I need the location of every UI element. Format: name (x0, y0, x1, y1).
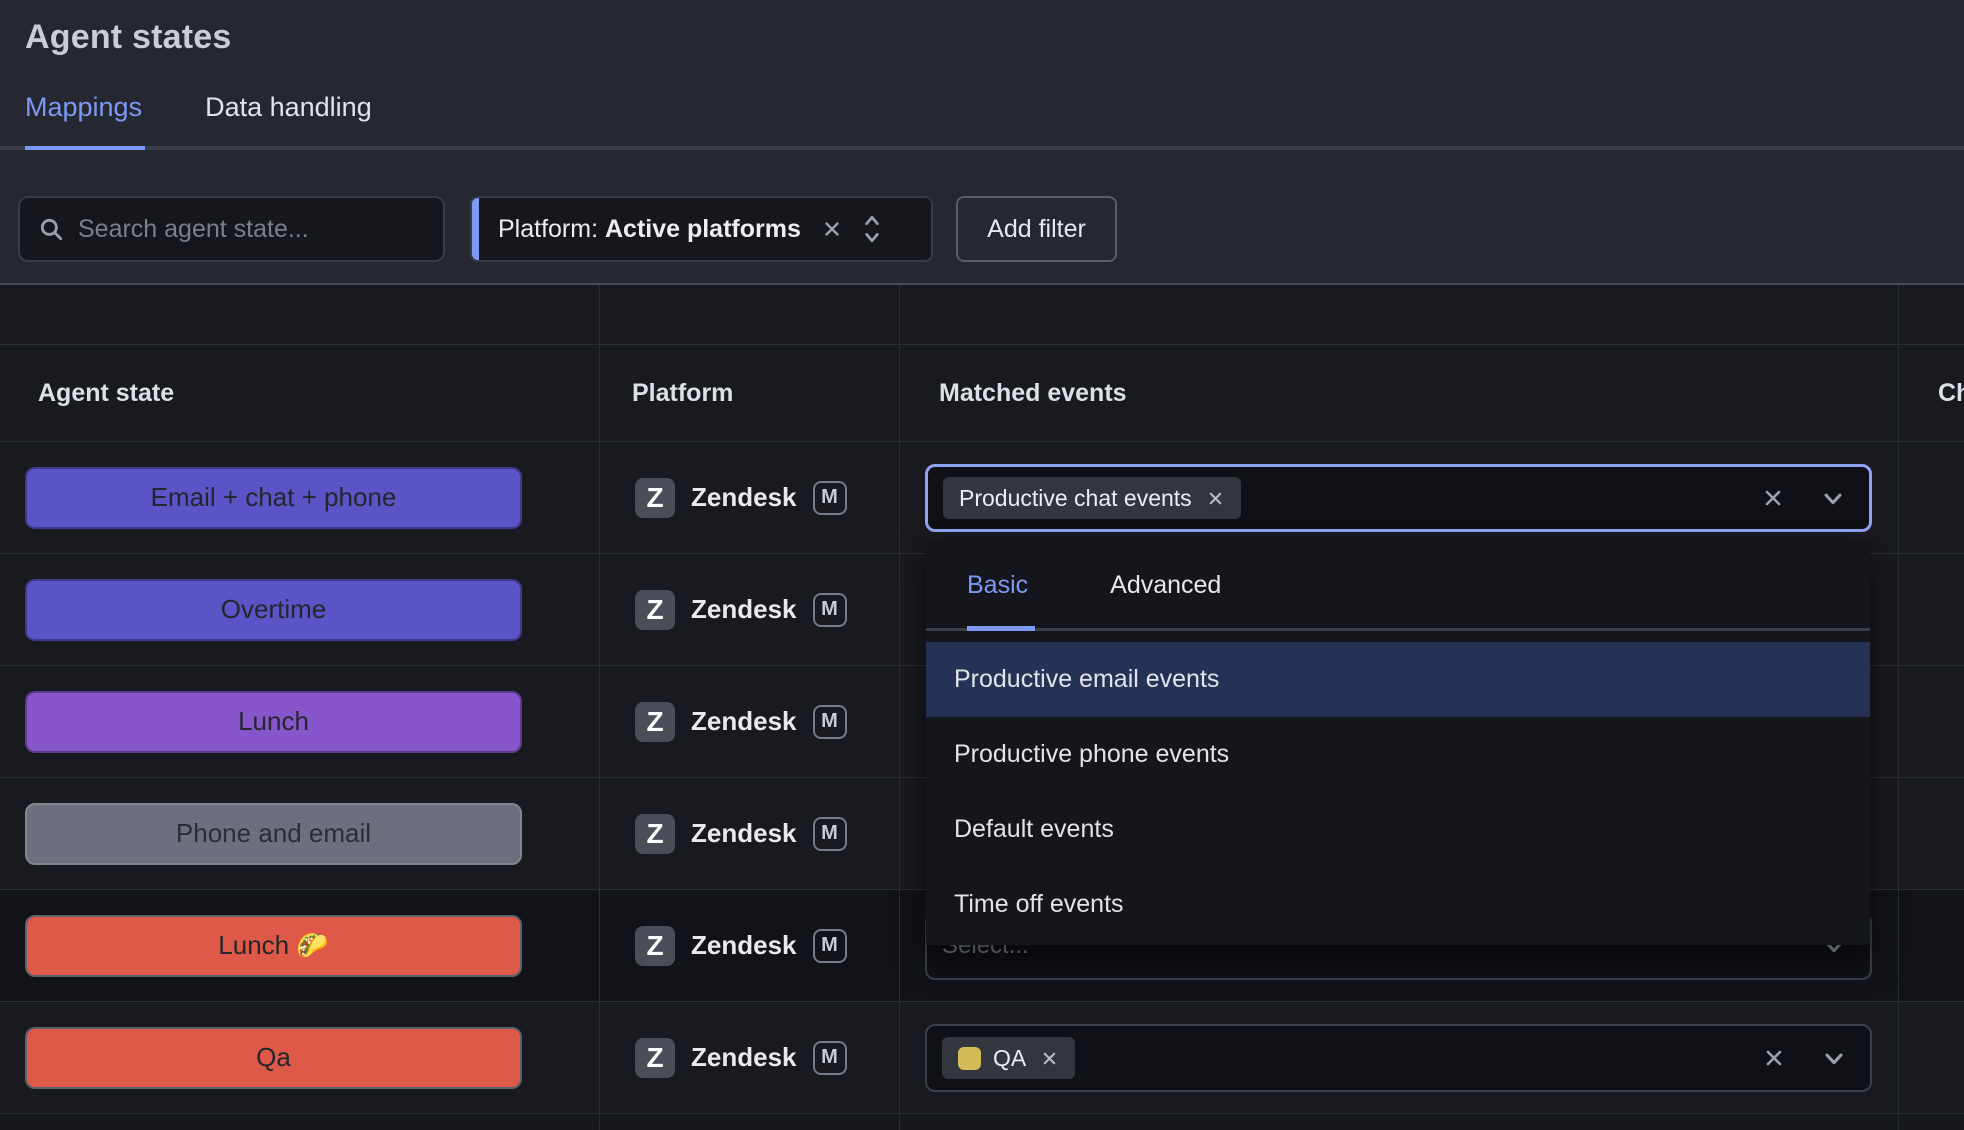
chevron-down-icon[interactable] (1819, 484, 1847, 512)
agent-state-button[interactable]: Lunch (25, 691, 522, 753)
table-row-partial (0, 1114, 1964, 1130)
column-header-platform: Platform (599, 379, 899, 408)
column-divider (899, 285, 900, 1130)
page-header: Agent states Mappings Data handling (0, 0, 1964, 150)
chip-remove-icon[interactable] (1206, 489, 1225, 508)
filter-bar: Platform: Active platforms Add filter (0, 150, 1964, 283)
platform-cell: Z Zendesk M (635, 702, 899, 742)
table-row: Email + chat + phone Z Zendesk M Product… (0, 442, 1964, 554)
table-header-row: Agent state Platform Matched events Ch (0, 345, 1964, 442)
platform-cell: Z Zendesk M (635, 1038, 899, 1078)
dropdown-tab-divider (926, 628, 1870, 631)
filter-updown-icon[interactable] (859, 213, 885, 245)
zendesk-logo-icon: Z (635, 590, 675, 630)
chip-remove-icon[interactable] (1040, 1049, 1059, 1068)
column-divider (599, 285, 600, 1130)
selected-event-chip: QA (942, 1037, 1075, 1079)
filter-remove-icon[interactable] (821, 218, 843, 240)
table-spacer-row (0, 285, 1964, 345)
platform-name: Zendesk (691, 930, 797, 961)
dropdown-tabs: Basic Advanced (926, 540, 1870, 631)
platform-m-badge: M (813, 929, 847, 963)
selected-event-chip: Productive chat events (943, 477, 1241, 519)
filter-label: Platform: (498, 215, 598, 243)
search-box[interactable] (18, 196, 445, 262)
column-header-agent-state: Agent state (0, 379, 599, 408)
table-row: Qa Z Zendesk M QA (0, 1002, 1964, 1114)
agent-state-button[interactable]: Phone and email (25, 803, 522, 865)
platform-m-badge: M (813, 1041, 847, 1075)
platform-name: Zendesk (691, 594, 797, 625)
column-divider (1898, 285, 1899, 1130)
platform-name: Zendesk (691, 1042, 797, 1073)
zendesk-logo-icon: Z (635, 478, 675, 518)
dropdown-active-tab-underline (967, 626, 1035, 631)
dropdown-tab-basic[interactable]: Basic (967, 571, 1028, 600)
platform-name: Zendesk (691, 818, 797, 849)
column-header-clipped: Ch (1898, 379, 1964, 408)
chevron-down-icon[interactable] (1820, 1044, 1848, 1072)
platform-cell: Z Zendesk M (635, 478, 899, 518)
tab-mappings[interactable]: Mappings (25, 92, 142, 123)
select-clear-icon[interactable] (1762, 1046, 1786, 1070)
main-tabs: Mappings Data handling (25, 92, 372, 123)
agent-state-button[interactable]: Lunch 🌮 (25, 915, 522, 977)
dropdown-option[interactable]: Productive phone events (926, 717, 1870, 792)
platform-cell: Z Zendesk M (635, 926, 899, 966)
agent-state-button[interactable]: Overtime (25, 579, 522, 641)
zendesk-logo-icon: Z (635, 702, 675, 742)
select-clear-icon[interactable] (1761, 486, 1785, 510)
page-title: Agent states (25, 18, 231, 57)
platform-m-badge: M (813, 481, 847, 515)
platform-m-badge: M (813, 705, 847, 739)
platform-name: Zendesk (691, 482, 797, 513)
dropdown-option[interactable]: Productive email events (926, 642, 1870, 717)
agent-state-button[interactable]: Email + chat + phone (25, 467, 522, 529)
filter-value: Active platforms (605, 215, 801, 243)
platform-cell: Z Zendesk M (635, 590, 899, 630)
column-header-matched-events: Matched events (899, 379, 1898, 408)
matched-events-dropdown: Basic Advanced Productive email events P… (926, 540, 1870, 945)
platform-m-badge: M (813, 593, 847, 627)
search-input[interactable] (78, 215, 425, 244)
agent-state-button[interactable]: Qa (25, 1027, 522, 1089)
tab-data-handling[interactable]: Data handling (205, 92, 372, 123)
dropdown-option[interactable]: Time off events (926, 867, 1870, 942)
dropdown-option[interactable]: Default events (926, 792, 1870, 867)
filter-accent-bar (472, 198, 479, 260)
platform-cell: Z Zendesk M (635, 814, 899, 854)
search-icon (38, 216, 64, 242)
zendesk-logo-icon: Z (635, 926, 675, 966)
zendesk-logo-icon: Z (635, 1038, 675, 1078)
dropdown-options: Productive email events Productive phone… (926, 631, 1870, 942)
platform-m-badge: M (813, 817, 847, 851)
matched-events-select[interactable]: Productive chat events (925, 464, 1872, 532)
dropdown-tab-advanced[interactable]: Advanced (1110, 571, 1221, 600)
platform-filter-chip[interactable]: Platform: Active platforms (470, 196, 933, 262)
platform-name: Zendesk (691, 706, 797, 737)
add-filter-button[interactable]: Add filter (956, 196, 1117, 262)
zendesk-logo-icon: Z (635, 814, 675, 854)
qa-color-swatch (958, 1047, 981, 1070)
matched-events-select[interactable]: QA (925, 1024, 1872, 1092)
